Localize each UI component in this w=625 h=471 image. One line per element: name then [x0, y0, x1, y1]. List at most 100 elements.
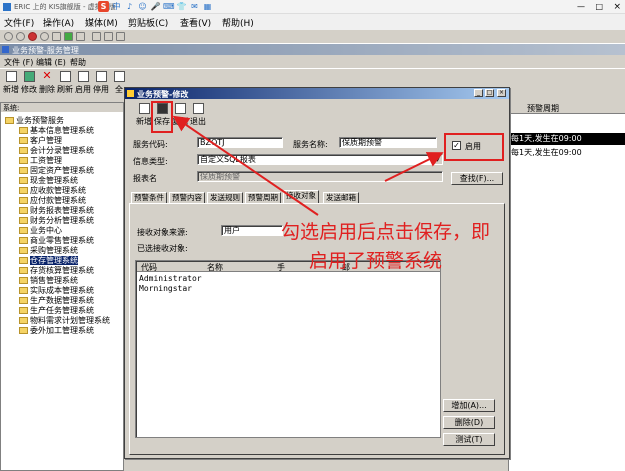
stop-icon[interactable] [16, 32, 25, 41]
service-manager-menu: 文件 (F) 编辑 (E) 帮助 [0, 55, 625, 68]
menu-bar: 文件(F) 操作(A) 媒体(M) 剪贴板(C) 查看(V) 帮助(H) [0, 14, 625, 30]
delete-button[interactable]: 删除(D) [443, 416, 495, 429]
delete-button[interactable]: ✕ 删除 [38, 70, 56, 95]
menu-edit[interactable]: 编辑 (E) [36, 57, 66, 68]
table-row[interactable]: 每1天,发生在09:00 [509, 147, 625, 159]
menu-file[interactable]: 文件 (F) [4, 57, 33, 68]
ime-skin-icon[interactable]: 👕 [176, 1, 187, 12]
tree-item[interactable]: 采购管理系统 [19, 245, 78, 255]
menu-action[interactable]: 操作(A) [43, 16, 74, 29]
menu-media[interactable]: 媒体(M) [85, 16, 118, 29]
disable-button[interactable]: 停用 [92, 71, 110, 95]
tree-item[interactable]: 生产任务管理系统 [19, 305, 94, 315]
add-button[interactable]: 增加(A)... [443, 399, 495, 412]
settings-icon[interactable] [4, 32, 13, 41]
maximize-icon[interactable]: □ [595, 2, 603, 11]
record-icon[interactable] [28, 32, 37, 41]
tree-item-label: 应收款管理系统 [30, 186, 86, 195]
new-button[interactable]: 新增 [2, 71, 20, 95]
pause-icon[interactable] [52, 32, 61, 41]
tree-item[interactable]: 委外加工管理系统 [19, 325, 94, 335]
tab-alert-content[interactable]: 预警内容 [169, 192, 205, 203]
tree-item[interactable]: 工资管理 [19, 155, 62, 165]
enhanced-session-icon[interactable] [116, 32, 125, 41]
maximize-icon[interactable]: □ [485, 89, 494, 97]
tree-item[interactable]: 固定资产管理系统 [19, 165, 94, 175]
reset-icon[interactable] [76, 32, 85, 41]
minimize-icon[interactable]: — [577, 2, 585, 11]
exit-button[interactable]: 退出 [189, 103, 207, 127]
close-icon[interactable]: × [613, 2, 621, 12]
tree-item[interactable]: 销售管理系统 [19, 275, 78, 285]
edit-button[interactable]: 修改 [20, 71, 38, 95]
tree-item[interactable]: 业务预警服务 [5, 115, 64, 125]
list-item[interactable]: Morningstar [139, 284, 192, 293]
snapshot-icon[interactable] [92, 32, 101, 41]
receiver-source-select[interactable]: 用户 [221, 225, 283, 236]
minimize-icon[interactable]: _ [474, 89, 483, 97]
tree-item-label: 实际成本管理系统 [30, 286, 94, 295]
menu-help[interactable]: 帮助(H) [222, 16, 254, 29]
revert-icon[interactable] [104, 32, 113, 41]
tree-item[interactable]: 应付款管理系统 [19, 195, 86, 205]
tree-item[interactable]: 存货核算管理系统 [19, 265, 94, 275]
tree-item[interactable]: 财务分析管理系统 [19, 215, 94, 225]
window-controls: — □ × [577, 1, 621, 12]
ime-emoji-icon[interactable]: ☺ [137, 1, 148, 12]
folder-icon [19, 307, 28, 314]
close-icon[interactable]: × [497, 89, 506, 97]
find-button[interactable]: 查找(F)... [451, 172, 503, 185]
ime-toolbar: S 中 ♪ ☺ 🎤 ⌨ 👕 ✉ ▦ [98, 1, 215, 12]
menu-help[interactable]: 帮助 [70, 57, 86, 68]
tree-item-label: 采购管理系统 [30, 246, 78, 255]
tree-item[interactable]: 基本信息管理系统 [19, 125, 94, 135]
tab-alert-condition[interactable]: 预警条件 [131, 192, 167, 203]
tree-item[interactable]: 商业零售管理系统 [19, 235, 94, 245]
ime-chinese-icon[interactable]: 中 [111, 1, 122, 12]
table-row[interactable]: 每1天,发生在09:00 [509, 133, 625, 145]
power-icon[interactable] [40, 32, 49, 41]
tab-receiver[interactable]: 接收对象 [283, 190, 319, 203]
tree-item[interactable]: 现金管理系统 [19, 175, 78, 185]
service-name-field[interactable]: 保质期预警 [339, 137, 437, 148]
system-tree[interactable]: 系统: 业务预警服务 基本信息管理系统 客户管理 会计分录管理系统 工资管理 固定资产管理… [0, 102, 124, 471]
enable-button[interactable]: 启用 [74, 71, 92, 95]
service-code-field[interactable]: BZQTJ [197, 137, 283, 148]
folder-icon [19, 227, 28, 234]
tree-item[interactable]: 客户管理 [19, 135, 62, 145]
chevron-down-icon[interactable]: ▼ [433, 155, 442, 164]
receiver-list[interactable]: 代码 名称 手 邮 Administrator Morningstar [135, 260, 441, 438]
tree-item[interactable]: 物料需求计划管理系统 [19, 315, 110, 325]
enable-checkbox[interactable]: ✓ [452, 141, 461, 150]
sogou-icon[interactable]: S [98, 1, 109, 12]
column-alert-cycle: 预警周期 [527, 104, 559, 113]
test-button[interactable]: 测试(T) [443, 433, 495, 446]
info-type-select[interactable]: 自定义SQL报表 ▼ [197, 154, 443, 165]
ime-mic-icon[interactable]: 🎤 [150, 1, 161, 12]
list-item[interactable]: Administrator [139, 274, 202, 283]
tree-item[interactable]: 仓存管理系统 [19, 255, 78, 265]
tab-send-rule[interactable]: 发送规则 [207, 192, 243, 203]
tree-item-label: 业务中心 [30, 226, 62, 235]
menu-clipboard[interactable]: 剪贴板(C) [128, 16, 168, 29]
ime-mail-icon[interactable]: ✉ [189, 1, 200, 12]
copy-button[interactable]: 复制 [171, 103, 189, 127]
tree-item[interactable]: 实际成本管理系统 [19, 285, 94, 295]
tree-item[interactable]: 生产数据管理系统 [19, 295, 94, 305]
tab-send-mailbox[interactable]: 发送邮箱 [323, 192, 359, 203]
tree-item[interactable]: 会计分录管理系统 [19, 145, 94, 155]
ime-keyboard-icon[interactable]: ⌨ [163, 1, 175, 12]
ime-grid-icon[interactable]: ▦ [202, 1, 213, 12]
service-grid[interactable]: 预警周期 每1天,发生在09:00 每1天,发生在09:00 [508, 102, 625, 471]
menu-view[interactable]: 查看(V) [180, 16, 211, 29]
folder-icon [19, 187, 28, 194]
tab-alert-cycle[interactable]: 预警周期 [245, 192, 281, 203]
ime-punct-icon[interactable]: ♪ [124, 1, 135, 12]
tree-item[interactable]: 应收款管理系统 [19, 185, 86, 195]
tree-item[interactable]: 业务中心 [19, 225, 62, 235]
play-icon[interactable] [64, 32, 73, 41]
tree-item-label: 仓存管理系统 [30, 256, 78, 265]
tree-item[interactable]: 财务报表管理系统 [19, 205, 94, 215]
refresh-button[interactable]: 刷新 [56, 71, 74, 95]
menu-file[interactable]: 文件(F) [4, 16, 34, 29]
